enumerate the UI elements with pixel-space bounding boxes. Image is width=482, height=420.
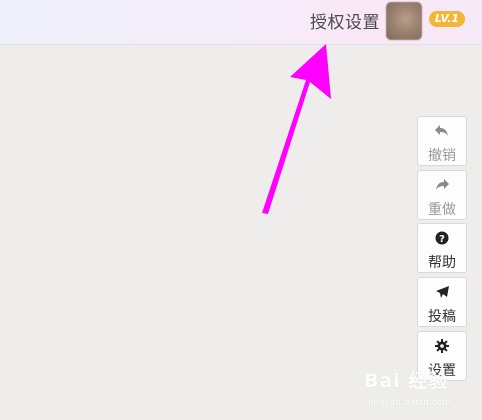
- baidu-watermark-url: jingyan.baidu.com: [368, 398, 452, 408]
- redo-button[interactable]: 重做: [417, 170, 467, 220]
- submit-label: 投稿: [428, 309, 456, 325]
- help-label: 帮助: [428, 255, 456, 271]
- submit-button[interactable]: 投稿: [417, 277, 467, 327]
- help-button[interactable]: ? 帮助: [417, 223, 467, 273]
- redo-label: 重做: [428, 202, 456, 218]
- paper-plane-icon: [418, 284, 466, 302]
- undo-label: 撤销: [428, 148, 456, 164]
- annotation-arrow: [262, 44, 331, 214]
- question-circle-icon: ?: [418, 230, 466, 248]
- svg-text:?: ?: [439, 234, 445, 245]
- undo-icon: [418, 123, 466, 141]
- redo-icon: [418, 177, 466, 195]
- gear-icon: [418, 338, 466, 356]
- baidu-watermark: Bai 经验: [364, 370, 449, 392]
- undo-button[interactable]: 撤销: [417, 116, 467, 166]
